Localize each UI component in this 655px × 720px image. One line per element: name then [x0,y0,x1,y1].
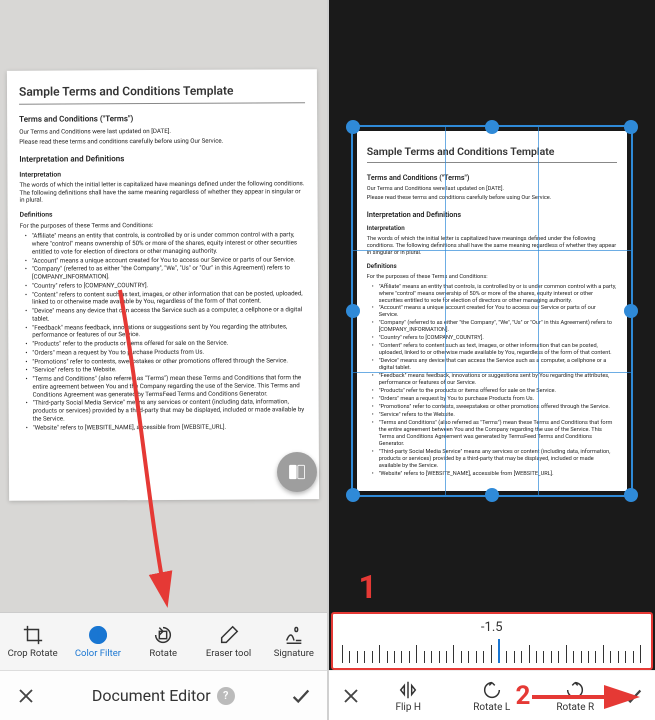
eraser-button[interactable]: Eraser tool [196,620,261,663]
doc-title: Sample Terms and Conditions Template [19,83,305,104]
rotate-label: Rotate [149,648,177,659]
rotate-button[interactable]: Rotate [131,620,196,663]
color-filter-button[interactable]: Color Filter [65,620,130,663]
apply-button[interactable] [617,685,649,707]
eraser-icon [218,624,240,646]
document-preview-right[interactable]: Sample Terms and Conditions Template Ter… [329,0,655,612]
straighten-ruler[interactable]: -1.5 [331,612,654,670]
confirm-button[interactable] [283,685,319,707]
left-bottom-bar: Document Editor ? [0,670,327,720]
flip-h-button[interactable]: Flip H [367,679,451,713]
rotate-l-button[interactable]: Rotate L [450,679,534,713]
crop-rotate-button[interactable]: Crop Rotate [0,620,65,663]
ruler-value: -1.5 [481,620,503,635]
close-button[interactable] [8,687,44,705]
edit-toolbar: Crop Rotate Color Filter Rotate Eraser t… [0,612,327,670]
rotate-l-label: Rotate L [473,702,510,713]
crop-label: Crop Rotate [8,648,58,659]
document-preview-left: Sample Terms and Conditions Template Ter… [0,0,327,612]
flip-label: Flip H [395,702,421,713]
rotate-toolbar: Flip H Rotate L Rotate R 2 [329,670,655,720]
signature-button[interactable]: Signature [261,620,326,663]
filter-label: Color Filter [75,648,121,659]
eraser-label: Eraser tool [206,648,251,659]
signature-icon [283,624,305,646]
annotation-1: 1 [359,568,377,606]
cancel-button[interactable] [335,687,367,705]
contrast-icon [87,624,109,646]
signature-label: Signature [274,648,314,659]
compare-fab[interactable] [277,452,317,492]
rotate-r-button[interactable]: Rotate R 2 [534,679,618,713]
rotate-icon [152,624,174,646]
crop-icon [22,624,44,646]
document-page: Sample Terms and Conditions Template Ter… [7,69,319,501]
editor-title: Document Editor ? [44,686,283,705]
document-page-crop: Sample Terms and Conditions Template Ter… [357,131,627,491]
help-icon[interactable]: ? [217,687,235,705]
rotate-r-label: Rotate R [556,702,594,713]
